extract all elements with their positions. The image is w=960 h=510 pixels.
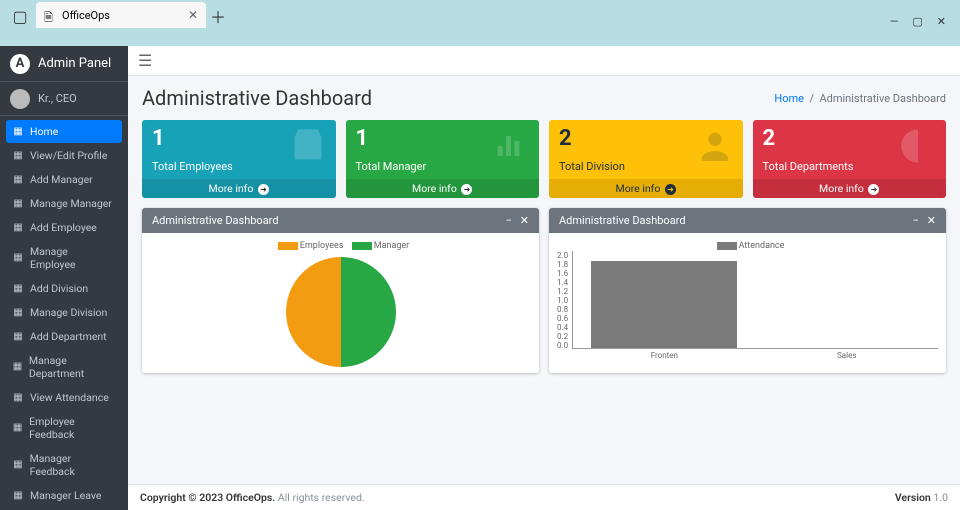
sidebar-item-label: Add Department	[30, 330, 107, 343]
card-minimize-icon[interactable]: −	[912, 214, 918, 227]
footer: Copyright © 2023 OfficeOps. All rights r…	[128, 484, 960, 510]
sidebar-item-view-edit-profile[interactable]: View/Edit Profile	[6, 144, 122, 167]
window-minimize-button[interactable]: —	[890, 15, 899, 28]
stat-total-manager: 1Total ManagerMore info ➜	[346, 120, 540, 198]
more-info-link[interactable]: More info ➜	[549, 179, 743, 198]
grid-icon	[12, 199, 24, 209]
sidebar: A Admin Panel Kr., CEO Home View/Edit Pro…	[0, 46, 128, 510]
breadcrumb-home-link[interactable]: Home	[774, 92, 804, 105]
grid-icon	[12, 308, 24, 318]
more-info-link[interactable]: More info ➜	[142, 179, 336, 198]
footer-copyright-rest: All rights reserved.	[278, 491, 365, 504]
stat-icon	[695, 126, 735, 170]
card-minimize-icon[interactable]: −	[505, 214, 511, 227]
sidebar-item-label: Manager Feedback	[30, 452, 116, 478]
footer-copyright-strong: Copyright © 2023 OfficeOps.	[140, 491, 275, 504]
grid-icon	[12, 175, 24, 185]
breadcrumb-current: Administrative Dashboard	[819, 92, 946, 105]
sidebar-item-manage-division[interactable]: Manage Division	[6, 301, 122, 324]
sidebar-item-manage-employee[interactable]: Manage Employee	[6, 240, 122, 276]
footer-version-value: 1.0	[931, 491, 948, 504]
sidebar-item-label: Manager Leave	[30, 489, 101, 502]
bar-card-title: Administrative Dashboard	[559, 214, 686, 227]
favicon-icon: 🗎	[44, 9, 56, 21]
grid-icon	[12, 423, 23, 433]
sidebar-item-label: Add Manager	[30, 173, 93, 186]
grid-icon	[12, 223, 24, 233]
grid-icon	[12, 393, 24, 403]
grid-icon	[12, 362, 23, 372]
brand-name: Admin Panel	[38, 56, 111, 71]
sidebar-item-manage-department[interactable]: Manage Department	[6, 349, 122, 385]
sidebar-item-home[interactable]: Home	[6, 120, 122, 143]
grid-icon	[12, 460, 24, 470]
tab-actions-icon[interactable]: ▢	[8, 4, 32, 28]
sidebar-item-label: Manage Department	[29, 354, 116, 380]
grid-icon	[12, 284, 24, 294]
sidebar-item-label: View/Edit Profile	[30, 149, 107, 162]
user-panel[interactable]: Kr., CEO	[0, 82, 128, 116]
sidebar-item-manager-feedback[interactable]: Manager Feedback	[6, 447, 122, 483]
stat-total-employees: 1Total EmployeesMore info ➜	[142, 120, 336, 198]
stat-icon	[288, 126, 328, 170]
more-info-link[interactable]: More info ➜	[753, 179, 947, 198]
sidebar-item-label: Add Employee	[30, 221, 97, 234]
browser-tab[interactable]: 🗎 OfficeOps ✕	[36, 2, 206, 28]
sidebar-item-label: Manage Manager	[30, 197, 112, 210]
breadcrumb-sep: /	[807, 92, 820, 105]
user-name: Kr., CEO	[38, 92, 77, 105]
card-close-icon[interactable]: ✕	[927, 214, 936, 227]
grid-icon	[12, 332, 24, 342]
hamburger-icon[interactable]: ☰	[138, 51, 152, 70]
sidebar-item-add-division[interactable]: Add Division	[6, 277, 122, 300]
sidebar-item-label: Employee Feedback	[29, 415, 116, 441]
pie-legend: Employees Manager	[150, 241, 531, 251]
sidebar-item-add-employee[interactable]: Add Employee	[6, 216, 122, 239]
bar	[591, 261, 737, 348]
sidebar-item-label: View Attendance	[30, 391, 109, 404]
page-title: Administrative Dashboard	[142, 86, 372, 110]
bar-legend: Attendance	[557, 241, 938, 251]
stat-icon	[898, 126, 938, 170]
more-info-link[interactable]: More info ➜	[346, 179, 540, 198]
sidebar-item-manager-leave[interactable]: Manager Leave	[6, 484, 122, 507]
stat-total-division: 2Total DivisionMore info ➜	[549, 120, 743, 198]
footer-version-label: Version	[895, 491, 931, 504]
new-tab-button[interactable]: ＋	[206, 4, 230, 28]
sidebar-item-add-department[interactable]: Add Department	[6, 325, 122, 348]
stat-total-departments: 2Total DepartmentsMore info ➜	[753, 120, 947, 198]
pie-card-title: Administrative Dashboard	[152, 214, 279, 227]
sidebar-item-label: Manage Employee	[30, 245, 116, 271]
breadcrumb: Home / Administrative Dashboard	[774, 92, 946, 105]
topbar: ☰	[128, 46, 960, 76]
sidebar-item-label: Manage Division	[30, 306, 107, 319]
pie-card: Administrative Dashboard − ✕ Employees M…	[142, 208, 539, 373]
sidebar-item-view-attendance[interactable]: View Attendance	[6, 386, 122, 409]
grid-icon	[12, 127, 24, 137]
grid-icon	[12, 491, 24, 501]
sidebar-item-label: Home	[30, 125, 58, 138]
stat-icon	[491, 126, 531, 170]
pie-chart	[286, 257, 396, 367]
close-tab-icon[interactable]: ✕	[188, 8, 198, 22]
window-maximize-button[interactable]: ▢	[912, 15, 922, 28]
sidebar-item-add-manager[interactable]: Add Manager	[6, 168, 122, 191]
grid-icon	[12, 253, 24, 263]
main: ☰ Administrative Dashboard Home / Admini…	[128, 46, 960, 510]
sidebar-item-employee-feedback[interactable]: Employee Feedback	[6, 410, 122, 446]
sidebar-item-label: Add Division	[30, 282, 88, 295]
bar-card: Administrative Dashboard − ✕ Attendance …	[549, 208, 946, 373]
tab-title: OfficeOps	[62, 9, 110, 22]
sidebar-nav: Home View/Edit Profile Add Manager Manage M…	[0, 116, 128, 510]
brand-logo-icon: A	[10, 54, 30, 74]
brand[interactable]: A Admin Panel	[0, 46, 128, 82]
bar-chart: FrontenSales	[572, 251, 938, 349]
user-avatar-icon	[10, 89, 30, 109]
sidebar-item-manage-manager[interactable]: Manage Manager	[6, 192, 122, 215]
card-close-icon[interactable]: ✕	[520, 214, 529, 227]
grid-icon	[12, 151, 24, 161]
window-close-button[interactable]: ✕	[937, 15, 946, 28]
